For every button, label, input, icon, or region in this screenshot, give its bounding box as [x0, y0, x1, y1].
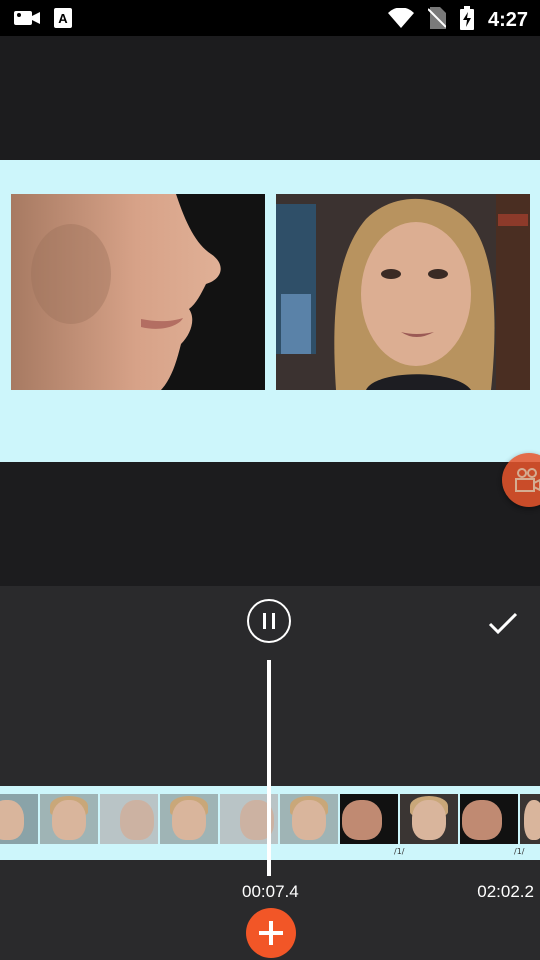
- svg-text:A: A: [58, 11, 68, 26]
- film-camera-icon: [514, 467, 540, 498]
- preview-frame-right: [276, 194, 530, 390]
- timeline-thumbnail: [520, 794, 540, 844]
- timeline-thumbnail: [100, 794, 158, 844]
- playhead[interactable]: [267, 660, 271, 876]
- video-camera-icon: [14, 9, 40, 32]
- timeline-thumbnail: [460, 794, 518, 844]
- current-time: 00:07.4: [242, 882, 299, 901]
- wifi-icon: [387, 7, 414, 33]
- timeline-tick-label: /1/: [514, 847, 525, 856]
- timeline-thumbnail: [340, 794, 398, 844]
- confirm-button[interactable]: [486, 608, 520, 638]
- timeline-tick-label: /1/: [394, 847, 405, 856]
- clock: 4:27: [487, 9, 528, 31]
- check-icon: [486, 612, 520, 642]
- font-a-icon: A: [54, 8, 72, 33]
- timeline-thumbnail: [40, 794, 98, 844]
- add-clip-button[interactable]: [246, 908, 296, 958]
- timeline-thumbnail: [160, 794, 218, 844]
- video-preview[interactable]: [0, 160, 540, 462]
- battery-charging-icon: [459, 6, 474, 35]
- total-duration: 02:02.2: [477, 882, 534, 901]
- top-spacer: [0, 36, 540, 160]
- status-bar: A 4:27: [0, 0, 540, 36]
- timeline-thumbnail: [0, 794, 38, 844]
- timeline-thumbnail: [400, 794, 458, 844]
- middle-spacer: [0, 462, 540, 586]
- timeline-thumbnail: [280, 794, 338, 844]
- no-sim-icon: [427, 7, 447, 34]
- preview-frame-left: [11, 194, 265, 390]
- pause-button[interactable]: [247, 599, 291, 643]
